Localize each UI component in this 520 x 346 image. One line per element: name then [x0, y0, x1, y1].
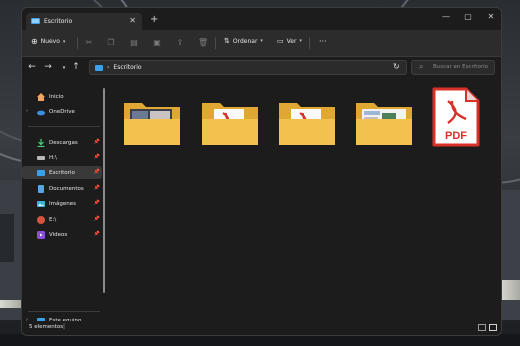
sidebar-item-imagenes[interactable]: Imágenes 📌 [22, 197, 102, 210]
svg-text:PDF: PDF [445, 130, 467, 142]
paste-icon[interactable]: ▤ [129, 38, 139, 48]
refresh-icon[interactable]: ↻ [393, 62, 400, 71]
sidebar-scrollbar[interactable] [103, 88, 105, 293]
navigation-pane: Inicio › OneDrive Descargas 📌 H:\ 📌 Escr… [22, 79, 106, 324]
new-tab-button[interactable]: + [150, 14, 158, 25]
divider [309, 37, 310, 49]
forward-arrow-icon[interactable]: → [42, 62, 54, 72]
chevron-right-icon[interactable]: › [26, 108, 28, 114]
folder-pdf-icon [279, 103, 335, 145]
desktop-icon [95, 64, 103, 71]
pin-icon: 📌 [93, 169, 100, 175]
address-bar[interactable]: › Escritorio ⌄ [89, 60, 407, 75]
download-icon [37, 138, 45, 147]
folder-icon [124, 103, 180, 145]
folder-item[interactable] [275, 89, 339, 147]
up-arrow-icon[interactable]: ↑ [70, 62, 82, 72]
sidebar-item-onedrive[interactable]: › OneDrive [22, 105, 102, 118]
pin-icon: 📌 [93, 154, 100, 160]
pin-icon: 📌 [93, 216, 100, 222]
divider: | [63, 323, 66, 330]
tab-title: Escritorio [44, 18, 73, 25]
drive-icon [37, 215, 45, 224]
onedrive-icon [37, 110, 45, 115]
view-button[interactable]: ▭ Ver ▾ [277, 37, 302, 45]
command-bar: ⊕ Nuevo ▾ ✂ ❐ ▤ ▣ ⇪ 🗑 ⇅ Ordenar ▾ ▭ Ver … [22, 30, 501, 57]
chevron-down-icon: ▾ [299, 38, 302, 44]
folder-pdf-icon [202, 103, 258, 145]
tab-escritorio[interactable]: Escritorio ✕ [26, 13, 142, 30]
pdf-file-item[interactable]: PDF [426, 85, 486, 149]
sidebar-item-drive-h[interactable]: H:\ 📌 [22, 151, 102, 164]
copy-icon[interactable]: ❐ [106, 38, 116, 48]
pin-icon: 📌 [93, 231, 100, 237]
rename-icon[interactable]: ▣ [152, 38, 162, 48]
search-input[interactable]: ⌕ Buscar en Escritorio [411, 60, 495, 75]
chevron-down-icon[interactable]: ▾ [58, 65, 70, 71]
folder-item[interactable] [198, 89, 262, 147]
chevron-down-icon: ▾ [260, 38, 263, 44]
chevron-down-icon: ▾ [62, 38, 66, 45]
minimize-button[interactable]: — [438, 12, 454, 21]
large-icons-view-button[interactable] [489, 324, 497, 331]
drive-icon [37, 155, 45, 160]
sidebar-item-documentos[interactable]: Documentos 📌 [22, 182, 102, 195]
pin-icon: 📌 [93, 185, 100, 191]
item-count: 5 elementos [29, 324, 64, 330]
new-button[interactable]: ⊕ Nuevo ▾ [31, 37, 65, 46]
title-bar: Escritorio ✕ + — ▢ ✕ [22, 8, 501, 30]
close-window-button[interactable]: ✕ [483, 12, 499, 21]
back-arrow-icon[interactable]: ← [26, 62, 38, 72]
pdf-file-icon: PDF [432, 87, 480, 147]
breadcrumb[interactable]: Escritorio [113, 64, 141, 71]
sidebar-item-videos[interactable]: Videos 📌 [22, 228, 102, 241]
more-options-button[interactable]: ··· [319, 37, 327, 46]
pin-icon: 📌 [93, 139, 100, 145]
file-explorer-window: Escritorio ✕ + — ▢ ✕ ⊕ Nuevo ▾ ✂ ❐ ▤ ▣ ⇪… [21, 7, 502, 336]
address-row: ← → ▾ ↑ › Escritorio ⌄ ↻ ⌕ Buscar en Esc… [22, 57, 501, 79]
divider [28, 311, 100, 312]
divider [77, 37, 78, 49]
divider [215, 37, 216, 49]
videos-icon [37, 230, 45, 239]
share-icon[interactable]: ⇪ [175, 38, 185, 48]
sort-icon: ⇅ [224, 37, 230, 45]
close-tab-icon[interactable]: ✕ [129, 16, 136, 25]
plus-circle-icon: ⊕ [31, 37, 38, 46]
sidebar-item-inicio[interactable]: Inicio [22, 90, 102, 103]
divider [28, 126, 100, 127]
pictures-icon [37, 200, 45, 207]
sidebar-item-drive-e[interactable]: E:\ 📌 [22, 213, 102, 226]
folder-item[interactable] [352, 89, 416, 147]
folder-item[interactable] [120, 89, 184, 147]
search-icon: ⌕ [419, 62, 424, 71]
sidebar-item-escritorio[interactable]: Escritorio 📌 [22, 166, 102, 179]
status-bar: 5 elementos | [22, 321, 501, 335]
pin-icon: 📌 [93, 200, 100, 206]
view-icon: ▭ [277, 37, 284, 45]
sort-button[interactable]: ⇅ Ordenar ▾ [224, 37, 263, 45]
details-view-button[interactable] [478, 324, 486, 331]
maximize-button[interactable]: ▢ [460, 12, 476, 21]
chevron-right-icon: › [107, 64, 110, 71]
sidebar-item-descargas[interactable]: Descargas 📌 [22, 136, 102, 149]
delete-icon[interactable]: 🗑 [198, 38, 208, 48]
desktop-icon [31, 18, 40, 24]
documents-icon [38, 184, 44, 193]
file-list: PDF [108, 79, 501, 323]
cut-icon[interactable]: ✂ [84, 38, 94, 48]
desktop-icon [37, 169, 45, 176]
home-icon [37, 92, 45, 101]
folder-docs-icon [356, 103, 412, 145]
